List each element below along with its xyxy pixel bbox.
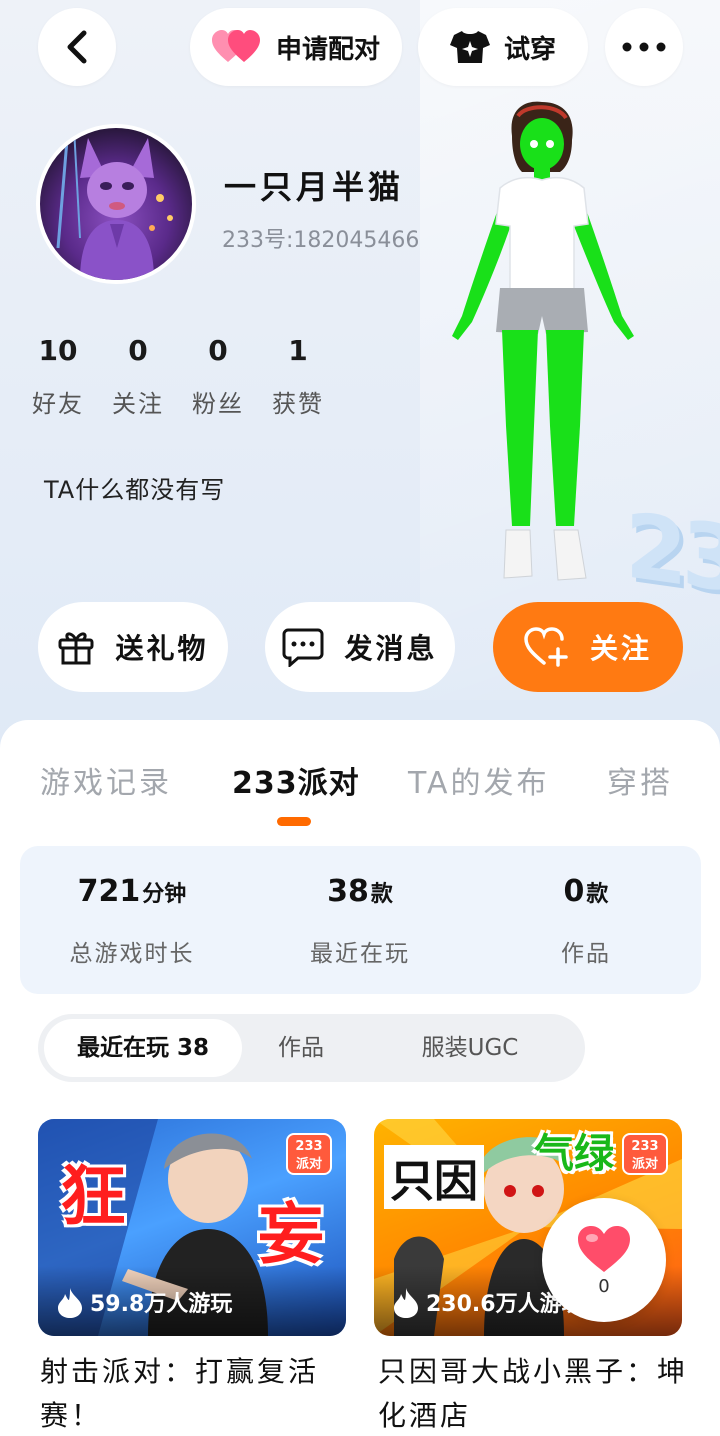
bio-text: TA什么都没有写 (44, 476, 226, 504)
user-id[interactable]: 233号:182045466 (222, 222, 419, 254)
summary-value: 0 (563, 874, 585, 909)
party-badge: 233 派对 (286, 1133, 332, 1175)
badge-top: 233 (631, 1139, 659, 1154)
stat-value: 0 (208, 334, 228, 367)
tshirt-sparkle-icon (449, 29, 490, 65)
cover-word-2: 妄 (258, 1196, 324, 1273)
cover-word-2: 气绿 (534, 1131, 614, 1177)
cover-word-1: 狂 (60, 1158, 126, 1235)
gift-icon (57, 628, 95, 666)
apply-pair-label: 申请配对 (275, 34, 380, 65)
summary-value: 38 (327, 874, 369, 909)
send-message-button[interactable]: 发消息 (265, 602, 455, 692)
character-figure (452, 101, 634, 581)
party-badge: 233 派对 (622, 1133, 668, 1175)
heart-icon (576, 1224, 632, 1274)
back-button[interactable] (38, 8, 116, 86)
more-options-button[interactable] (605, 8, 683, 86)
send-gift-button[interactable]: 送礼物 (38, 602, 228, 692)
floating-like-button[interactable]: 0 (542, 1198, 666, 1322)
summary-total-playtime: 721分钟 总游戏时长 (22, 870, 242, 968)
try-on-button[interactable]: 试穿 (418, 8, 588, 86)
like-count: 0 (598, 1275, 610, 1297)
summary-unit: 款 (586, 882, 609, 907)
tab-outfits[interactable]: 穿搭 (607, 758, 673, 802)
stat-value: 1 (288, 334, 308, 367)
chat-bubble-icon (282, 627, 324, 667)
stat-following[interactable]: 0 关注 (98, 332, 178, 419)
stat-label: 好友 (32, 390, 84, 418)
game-title[interactable]: 射击派对：打赢复活赛！ (40, 1350, 350, 1436)
summary-value: 721 (77, 874, 141, 909)
nickname: 一只月半猫 (224, 168, 405, 206)
apply-pair-button[interactable]: 申请配对 (190, 8, 402, 86)
avatar-3d-character[interactable] (438, 96, 648, 596)
game-card-cover[interactable]: 狂 妄 233 派对 59.8万人游玩 (38, 1119, 346, 1336)
tab-ta-posts[interactable]: TA的发布 (408, 758, 550, 802)
stat-likes[interactable]: 1 获赞 (258, 332, 338, 419)
summary-label: 总游戏时长 (69, 941, 195, 967)
send-message-label: 发消息 (344, 632, 438, 665)
flame-icon (394, 1288, 418, 1318)
badge-bottom: 派对 (295, 1157, 322, 1172)
stat-friends[interactable]: 10 好友 (18, 332, 98, 419)
chevron-left-icon (63, 30, 91, 64)
stat-fans[interactable]: 0 粉丝 (178, 332, 258, 419)
avatar-character-image (56, 128, 173, 280)
cover-word-1: 只因 (384, 1145, 484, 1209)
segment-works[interactable]: 作品 (248, 1019, 354, 1077)
try-on-label: 试穿 (503, 34, 556, 65)
more-dots-icon (622, 42, 666, 52)
summary-unit: 分钟 (142, 882, 187, 907)
segment-clothing-ugc[interactable]: 服装UGC (390, 1019, 550, 1077)
summary-label: 作品 (561, 941, 611, 967)
summary-label: 最近在玩 (310, 941, 410, 967)
segment-recent-playing[interactable]: 最近在玩 38 (44, 1019, 242, 1077)
summary-unit: 款 (370, 882, 393, 907)
play-count: 59.8万人游玩 (90, 1292, 233, 1317)
stat-label: 粉丝 (192, 390, 244, 418)
stat-label: 获赞 (272, 390, 324, 418)
game-title[interactable]: 只因哥大战小黑子：坤化酒店 (378, 1350, 688, 1436)
double-heart-icon (211, 30, 262, 64)
stat-value: 0 (128, 334, 148, 367)
play-count-overlay: 59.8万人游玩 (38, 1266, 346, 1336)
summary-recent-playing: 38款 最近在玩 (250, 870, 470, 968)
follow-button[interactable]: 关注 (493, 602, 683, 692)
badge-bottom: 派对 (631, 1157, 658, 1172)
tab-active-indicator (277, 817, 311, 826)
stat-value: 10 (38, 334, 78, 367)
avatar[interactable] (36, 124, 196, 284)
follow-label: 关注 (589, 632, 652, 665)
heart-plus-icon (524, 627, 570, 667)
stat-label: 关注 (112, 390, 164, 418)
tab-game-records[interactable]: 游戏记录 (40, 758, 172, 802)
flame-icon (58, 1288, 82, 1318)
send-gift-label: 送礼物 (115, 632, 209, 665)
summary-works: 0款 作品 (476, 870, 696, 968)
tab-233-party[interactable]: 233派对 (232, 758, 360, 802)
badge-top: 233 (295, 1139, 323, 1154)
